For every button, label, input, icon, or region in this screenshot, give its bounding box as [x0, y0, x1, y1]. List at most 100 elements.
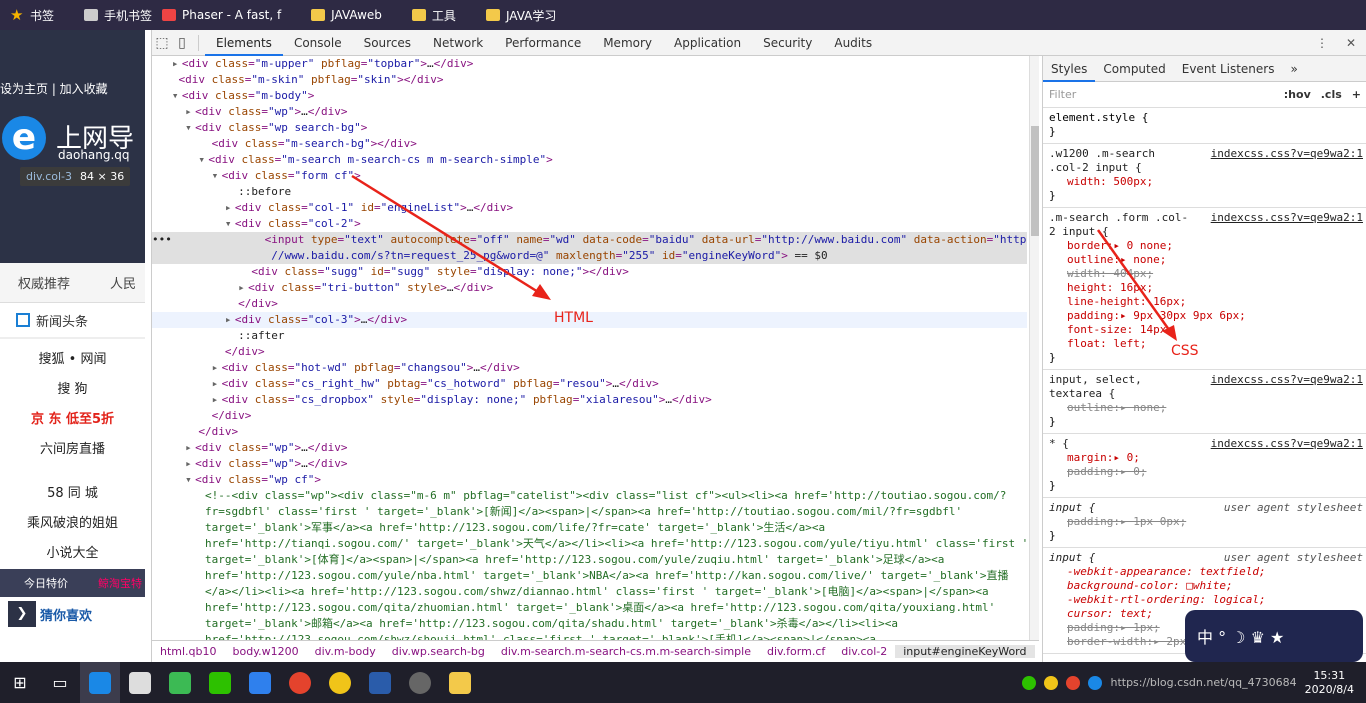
- list-item[interactable]: 乘风破浪的姐姐: [0, 509, 145, 539]
- dom-node[interactable]: </div>: [152, 344, 1027, 360]
- dom-node[interactable]: ::after: [152, 328, 1027, 344]
- dom-node[interactable]: ▸ <div class="wp">…</div>: [152, 104, 1027, 120]
- filter-input[interactable]: Filter: [1049, 88, 1274, 101]
- dom-comment[interactable]: fr=sgdbfl' class='first ' target='_blank…: [152, 504, 1027, 520]
- vscode-taskbar-icon[interactable]: [240, 662, 280, 703]
- dom-node[interactable]: ▾ <div class="m-body">: [152, 88, 1027, 104]
- list-item[interactable]: 小说大全: [0, 539, 145, 569]
- folder-taskbar-icon[interactable]: [440, 662, 480, 703]
- header-links[interactable]: 设为主页 | 加入收藏: [0, 80, 108, 97]
- breadcrumb-item[interactable]: html.qb10: [152, 645, 225, 658]
- task-view-icon[interactable]: ▭: [40, 662, 80, 703]
- more-icon[interactable]: ⋮: [1316, 36, 1328, 50]
- tab-performance[interactable]: Performance: [494, 30, 592, 56]
- source-link[interactable]: indexcss.css?v=qe9wa2:1: [1211, 437, 1363, 450]
- dom-node[interactable]: ▸ <div class="wp">…</div>: [152, 456, 1027, 472]
- dom-node[interactable]: ▸ <div class="wp">…</div>: [152, 440, 1027, 456]
- list-item[interactable]: 六间房直播: [0, 435, 145, 465]
- dom-node-selected[interactable]: ••• <input type="text" autocomplete="off…: [152, 232, 1027, 248]
- tab-elements[interactable]: Elements: [205, 30, 283, 56]
- dom-comment[interactable]: target='_blank'>军事</a><a href='http://12…: [152, 520, 1027, 536]
- dom-node[interactable]: <div class="sugg" id="sugg" style="displ…: [152, 264, 1027, 280]
- dom-comment[interactable]: <!--<div class="wp"><div class="m-6 m" p…: [152, 488, 1027, 504]
- desktop-widget[interactable]: 中 ° ☽ ♛ ★: [1185, 610, 1363, 662]
- player-taskbar-icon[interactable]: [160, 662, 200, 703]
- browser-taskbar-icon[interactable]: [80, 662, 120, 703]
- tab-styles[interactable]: Styles: [1043, 56, 1096, 82]
- dom-node[interactable]: ▸ <div class="m-upper" pbflag="topbar">…<…: [152, 56, 1027, 72]
- list-item[interactable]: 搜狐 • 网闻: [0, 345, 145, 375]
- tab-memory[interactable]: Memory: [592, 30, 663, 56]
- dom-node[interactable]: ▸ <div class="col-1" id="engineList">…</d…: [152, 200, 1027, 216]
- dom-comment[interactable]: href='http://123.sogou.com/yule/nba.html…: [152, 568, 1027, 584]
- clock[interactable]: 15:31 2020/8/4: [1305, 669, 1354, 697]
- tab-sources[interactable]: Sources: [353, 30, 422, 56]
- dom-node[interactable]: ▾ <div class="wp cf">: [152, 472, 1027, 488]
- breadcrumb-item-current[interactable]: input#engineKeyWord: [895, 645, 1035, 658]
- breadcrumb-item[interactable]: div.form.cf: [759, 645, 833, 658]
- page-tab[interactable]: 权威推荐: [18, 273, 70, 292]
- breadcrumb-item[interactable]: div.m-body: [307, 645, 384, 658]
- bookmark-item[interactable]: JAVA学习: [485, 7, 556, 24]
- dom-comment[interactable]: target='_blank'>邮箱</a><a href='http://12…: [152, 616, 1027, 632]
- tab-audits[interactable]: Audits: [823, 30, 883, 56]
- device-toggle-icon[interactable]: ▯: [172, 35, 192, 51]
- tray-wechat-icon[interactable]: [1022, 675, 1037, 690]
- windows-start-icon[interactable]: ⊞: [0, 662, 40, 703]
- dom-node[interactable]: ▾ <div class="form cf">: [152, 168, 1027, 184]
- dom-comment[interactable]: href='http://tianqi.sogou.com/' target='…: [152, 536, 1027, 552]
- app-taskbar-icon[interactable]: [320, 662, 360, 703]
- style-rule[interactable]: indexcss.css?v=qe9wa2:1 * { margin:▸ 0; …: [1043, 434, 1366, 498]
- bookmark-item[interactable]: 工具: [411, 7, 456, 24]
- dom-comment[interactable]: target='_blank'>[体育]</a><span>|</span><a…: [152, 552, 1027, 568]
- style-rule[interactable]: indexcss.css?v=qe9wa2:1 input, select, t…: [1043, 370, 1366, 434]
- dom-node[interactable]: ▸ <div class="cs_dropbox" style="display:…: [152, 392, 1027, 408]
- breadcrumb-item[interactable]: div.col-2: [833, 645, 895, 658]
- source-link[interactable]: indexcss.css?v=qe9wa2:1: [1211, 211, 1363, 224]
- tray-volume-icon[interactable]: [1066, 675, 1081, 690]
- dom-node-selected[interactable]: //www.baidu.com/s?tn=request_25_pg&word=…: [152, 248, 1027, 264]
- bookmark-item[interactable]: Phaser - A fast, f: [162, 8, 281, 22]
- game-taskbar-icon[interactable]: [400, 662, 440, 703]
- dom-tree[interactable]: ▸ <div class="m-upper" pbflag="topbar">…<…: [152, 56, 1027, 640]
- breadcrumb-item[interactable]: body.w1200: [225, 645, 307, 658]
- tab-network[interactable]: Network: [422, 30, 494, 56]
- style-rule[interactable]: indexcss.css?v=qe9wa2:1 .m-search .form …: [1043, 208, 1366, 370]
- dom-comment[interactable]: </a></li><li><a href='http://123.sogou.c…: [152, 584, 1027, 600]
- breadcrumb-item[interactable]: div.m-search.m-search-cs.m.m-search-simp…: [493, 645, 759, 658]
- list-item[interactable]: 京 东 低至5折: [0, 405, 145, 435]
- breadcrumb-item[interactable]: div.wp.search-bg: [384, 645, 493, 658]
- scrollbar-thumb[interactable]: [1031, 126, 1039, 236]
- dom-node[interactable]: <div class="m-search-bg"></div>: [152, 136, 1027, 152]
- dom-node[interactable]: ▾ <div class="m-search m-search-cs m m-se…: [152, 152, 1027, 168]
- dom-node[interactable]: </div>: [152, 408, 1027, 424]
- list-item[interactable]: 58 同 城: [0, 479, 145, 509]
- bookmark-item[interactable]: JAVAweb: [311, 8, 382, 22]
- style-rule[interactable]: indexcss.css?v=qe9wa2:1 .w1200 .m-search…: [1043, 144, 1366, 208]
- dom-node[interactable]: ::before: [152, 184, 1027, 200]
- dom-comment[interactable]: href='http://123.sogou.com/shwz/shouji.h…: [152, 632, 1027, 640]
- dom-node[interactable]: ▸ <div class="tri-button" style>…</div>: [152, 280, 1027, 296]
- guess-section[interactable]: ❯ 猜你喜欢: [0, 597, 145, 631]
- more-tabs-icon[interactable]: »: [1282, 56, 1305, 82]
- typora-taskbar-icon[interactable]: [120, 662, 160, 703]
- tab-event-listeners[interactable]: Event Listeners: [1174, 56, 1283, 82]
- inspect-icon[interactable]: ⬚: [152, 35, 172, 51]
- bookmark-item[interactable]: ★ 书签: [10, 7, 54, 24]
- dom-node[interactable]: ▸ <div class="cs_right_hw" pbtag="cs_hotw…: [152, 376, 1027, 392]
- cls-button[interactable]: .cls: [1321, 88, 1342, 101]
- source-link[interactable]: indexcss.css?v=qe9wa2:1: [1211, 147, 1363, 160]
- tab-security[interactable]: Security: [752, 30, 823, 56]
- tab-console[interactable]: Console: [283, 30, 353, 56]
- tab-computed[interactable]: Computed: [1095, 56, 1173, 82]
- dom-node[interactable]: ▾ <div class="col-2">: [152, 216, 1027, 232]
- tray-app-icon[interactable]: [1044, 675, 1059, 690]
- style-rule[interactable]: user agent stylesheet input { padding:▸ …: [1043, 498, 1366, 548]
- bookmark-item[interactable]: 手机书签: [84, 7, 152, 24]
- add-rule-button[interactable]: +: [1352, 88, 1361, 101]
- dom-scrollbar[interactable]: [1029, 56, 1039, 640]
- tab-application[interactable]: Application: [663, 30, 752, 56]
- page-tab[interactable]: 人民: [110, 273, 136, 292]
- chrome-taskbar-icon[interactable]: [280, 662, 320, 703]
- dom-node[interactable]: ▸ <div class="hot-wd" pbflag="changsou">……: [152, 360, 1027, 376]
